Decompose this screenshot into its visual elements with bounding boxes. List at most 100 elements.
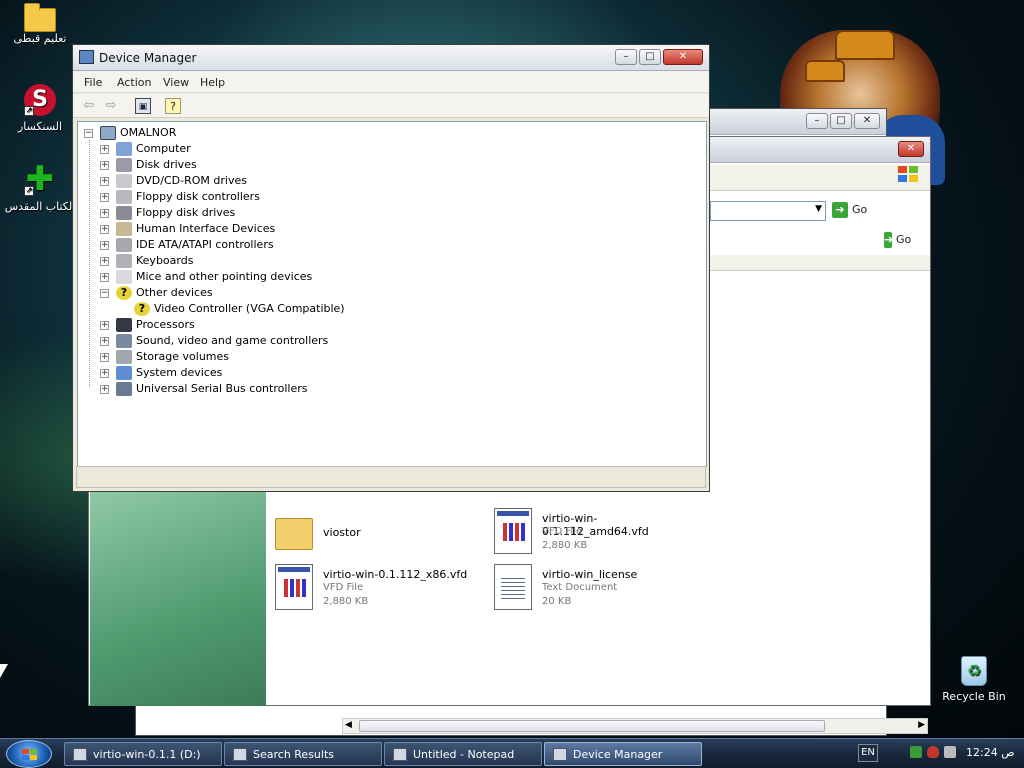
expand-icon[interactable]: + xyxy=(100,161,109,170)
go-arrow-icon: ➜ xyxy=(832,202,848,218)
file-type: VFD File xyxy=(542,526,583,537)
close-button[interactable]: ✕ xyxy=(898,141,924,157)
tree-node-label: Video Controller (VGA Compatible) xyxy=(154,302,345,315)
maximize-button[interactable]: □ xyxy=(639,49,661,65)
expand-icon[interactable]: + xyxy=(100,145,109,154)
desktop-icon-label: تعليم قبطى xyxy=(13,32,67,45)
address-bar[interactable]: ▼ xyxy=(710,201,826,221)
expand-icon[interactable]: + xyxy=(100,353,109,362)
floppy-controller-icon xyxy=(116,190,132,204)
tree-node-label: Computer xyxy=(136,142,191,155)
security-shield-icon[interactable] xyxy=(927,746,939,758)
tree-node-label: System devices xyxy=(136,366,223,379)
search-results-icon xyxy=(233,748,247,761)
expand-icon[interactable]: + xyxy=(100,209,109,218)
device-manager-titlebar[interactable]: Device Manager – □ ✕ xyxy=(73,45,709,71)
scroll-left-icon[interactable]: ◀ xyxy=(345,720,352,730)
go-button-2[interactable]: ➜ Go xyxy=(884,232,911,248)
horizontal-scrollbar[interactable]: ◀ ▶ xyxy=(342,718,928,734)
expand-icon[interactable]: + xyxy=(100,257,109,266)
system-device-icon xyxy=(116,366,132,380)
start-button[interactable] xyxy=(6,740,52,768)
task-notepad[interactable]: Untitled - Notepad xyxy=(384,742,542,766)
tree-node-label: Floppy disk drives xyxy=(136,206,236,219)
menu-help[interactable]: Help xyxy=(200,76,225,89)
device-manager-icon xyxy=(79,50,94,64)
tree-node-label: Universal Serial Bus controllers xyxy=(136,382,308,395)
dvd-drive-icon xyxy=(116,174,132,188)
collapse-icon[interactable]: − xyxy=(84,129,93,138)
tree-node-label: Other devices xyxy=(136,286,213,299)
file-item-amd64-vfd[interactable]: virtio-win-0.1.112_amd64.vfd VFD File 2,… xyxy=(494,508,704,558)
task-search-results[interactable]: Search Results xyxy=(224,742,382,766)
device-tree[interactable]: − OMALNOR + Computer + Disk drives + DVD/CD-R… xyxy=(77,121,707,467)
scroll-thumb[interactable] xyxy=(359,720,825,732)
show-hide-console-tree-icon[interactable]: ▣ xyxy=(135,98,151,114)
expand-icon[interactable]: + xyxy=(100,193,109,202)
go-button-label: Go xyxy=(896,233,912,246)
task-device-manager[interactable]: Device Manager xyxy=(544,742,702,766)
recycle-bin-icon: ♻ xyxy=(961,656,987,686)
desktop-icon-coptic-folder[interactable]: تعليم قبطى xyxy=(0,3,80,45)
desktop-icon-bible[interactable]: ✚ ↗ الكتاب المقدس xyxy=(0,162,80,213)
dropdown-arrow-icon[interactable]: ▼ xyxy=(815,204,822,214)
minimize-button[interactable]: – xyxy=(806,113,828,129)
desktop-icon-label: السنكسار xyxy=(17,120,63,133)
collapse-icon[interactable]: − xyxy=(100,289,109,298)
help-icon[interactable]: ? xyxy=(165,98,181,114)
menu-file[interactable]: File xyxy=(84,76,102,89)
desktop-icon-synaxarium[interactable]: S ↗ السنكسار xyxy=(0,84,80,133)
back-arrow-icon[interactable]: ⇦ xyxy=(81,98,97,114)
unknown-device-icon: ? xyxy=(116,286,132,300)
language-indicator[interactable]: EN xyxy=(858,744,878,762)
computer-icon xyxy=(100,126,116,140)
expand-icon[interactable]: + xyxy=(100,225,109,234)
desktop-icon-recycle-bin[interactable]: ♻ Recycle Bin xyxy=(934,656,1014,703)
mouse-icon xyxy=(116,270,132,284)
expand-icon[interactable]: + xyxy=(100,273,109,282)
window-controls: ✕ xyxy=(898,141,924,157)
minimize-button[interactable]: – xyxy=(615,49,637,65)
tree-node-label: Sound, video and game controllers xyxy=(136,334,329,347)
close-button[interactable]: ✕ xyxy=(854,113,880,129)
file-size: 2,880 KB xyxy=(542,540,588,551)
computer-icon xyxy=(116,142,132,156)
tree-node-label: Human Interface Devices xyxy=(136,222,276,235)
network-icon[interactable] xyxy=(910,746,922,758)
scroll-right-icon[interactable]: ▶ xyxy=(918,720,925,730)
file-item-viostor[interactable]: viostor xyxy=(275,510,485,560)
expand-icon[interactable]: + xyxy=(100,369,109,378)
menu-view[interactable]: View xyxy=(163,76,189,89)
task-explorer-drive[interactable]: virtio-win-0.1.1 (D:) xyxy=(64,742,222,766)
tree-node-label: Mice and other pointing devices xyxy=(136,270,313,283)
device-manager-window[interactable]: Device Manager – □ ✕ File Action View He… xyxy=(72,44,710,492)
volume-icon[interactable] xyxy=(944,746,956,758)
go-button[interactable]: ➜ Go xyxy=(832,202,867,218)
file-size: 2,880 KB xyxy=(323,596,369,607)
menu-action[interactable]: Action xyxy=(117,76,151,89)
vfd-file-icon xyxy=(275,564,313,610)
expand-icon[interactable]: + xyxy=(100,337,109,346)
mouse-cursor-icon xyxy=(0,664,8,678)
desktop-icon-label: Recycle Bin xyxy=(942,690,1006,703)
explorer-task-pane xyxy=(90,492,266,706)
tree-node-label: DVD/CD-ROM drives xyxy=(136,174,247,187)
task-label: Untitled - Notepad xyxy=(413,748,515,761)
expand-icon[interactable]: + xyxy=(100,241,109,250)
task-label: virtio-win-0.1.1 (D:) xyxy=(93,748,201,761)
tree-node-label: Floppy disk controllers xyxy=(136,190,260,203)
expand-icon[interactable]: + xyxy=(100,177,109,186)
hid-icon xyxy=(116,222,132,236)
close-button[interactable]: ✕ xyxy=(663,49,703,65)
forward-arrow-icon[interactable]: ⇨ xyxy=(103,98,119,114)
go-button-label: Go xyxy=(852,203,868,216)
device-manager-icon xyxy=(553,748,567,761)
file-item-license[interactable]: virtio-win_license Text Document 20 KB xyxy=(494,564,704,614)
expand-icon[interactable]: + xyxy=(100,385,109,394)
expand-icon[interactable]: + xyxy=(100,321,109,330)
file-item-x86-vfd[interactable]: virtio-win-0.1.112_x86.vfd VFD File 2,88… xyxy=(275,564,485,614)
maximize-button[interactable]: □ xyxy=(830,113,852,129)
clock[interactable]: 12:24 ص xyxy=(966,746,1015,759)
toolbar: ⇦ ⇨ ▣ ? xyxy=(73,94,709,118)
file-size: 20 KB xyxy=(542,596,572,607)
